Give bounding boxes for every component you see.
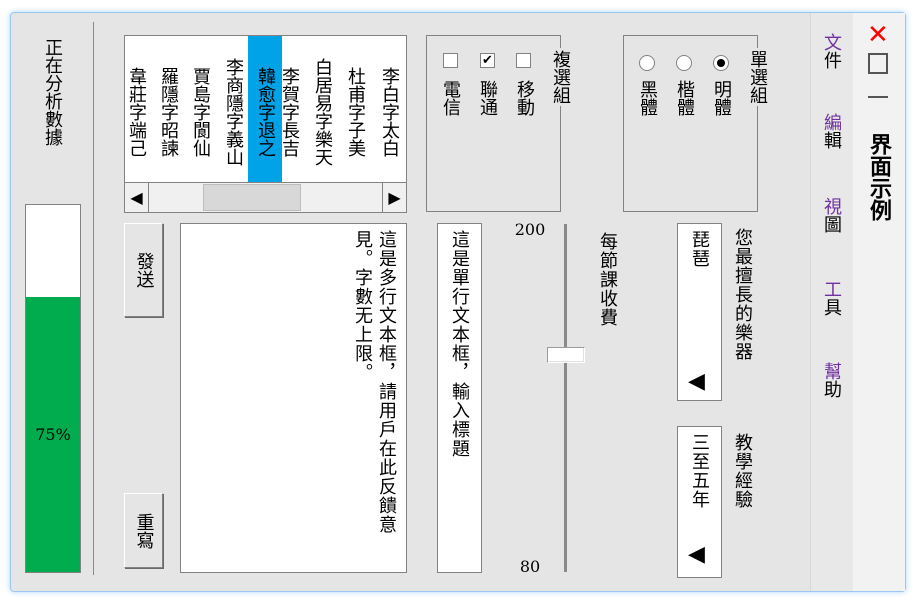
poet-listbox[interactable]: 李白字太白 杜甫字子美 白居易字樂天 李賀字長吉 韓愈字退之 李商隱字義山 賈島…: [124, 35, 407, 213]
experience-value: 三至五年: [689, 433, 710, 509]
checkbox-unicom[interactable]: ✔: [480, 53, 495, 68]
menu-tools[interactable]: 工具: [820, 280, 842, 316]
menu-view[interactable]: 視圖: [820, 197, 842, 233]
checkbox-mobile[interactable]: [516, 53, 531, 68]
menu-help[interactable]: 幫助: [820, 362, 842, 398]
list-item[interactable]: 杜甫字子美: [338, 36, 372, 182]
radio-heiti[interactable]: [639, 55, 655, 71]
checkbox-label: 聯通: [477, 80, 498, 116]
menu-edit[interactable]: 編輯: [820, 113, 842, 149]
title-input-text: 這是單行文本框，輸入標題: [449, 230, 470, 458]
progress-bar: 75%: [25, 204, 81, 573]
slider-max-label: 200: [514, 220, 546, 239]
experience-combobox[interactable]: 三至五年 ◀: [677, 426, 722, 578]
radio-mingti[interactable]: [713, 55, 729, 71]
scroll-right-icon[interactable]: ▶: [382, 183, 406, 212]
radio-button[interactable]: [713, 55, 729, 71]
list-item[interactable]: 賈島字閬仙: [183, 36, 217, 182]
progress-value: 75%: [35, 424, 71, 444]
fee-label: 每節課收費: [597, 232, 618, 327]
progress-fill: 75%: [26, 296, 80, 572]
list-item[interactable]: 李白字太白: [372, 36, 406, 182]
instrument-combobox[interactable]: 琵琶 ◀: [677, 223, 722, 401]
window-title: 界面示例: [866, 133, 891, 221]
scroll-left-icon[interactable]: ◀: [125, 183, 149, 212]
maximize-icon[interactable]: [868, 53, 888, 74]
dropdown-arrow-icon[interactable]: ◀: [688, 369, 705, 394]
fee-slider-thumb[interactable]: [547, 346, 585, 363]
menu-bar: 文件 編輯 視圖 工具 幫助: [810, 13, 853, 591]
list-item[interactable]: 李商隱字義山: [216, 36, 250, 182]
dropdown-arrow-icon[interactable]: ◀: [688, 542, 705, 567]
horizontal-scrollbar[interactable]: ◀ ▶: [125, 182, 406, 212]
fee-slider-track[interactable]: [564, 224, 567, 572]
checkbox-group-legend: 複選組: [550, 48, 571, 106]
experience-label: 教學經驗: [732, 433, 753, 509]
radio-group-legend: 單選組: [747, 48, 768, 106]
radio-button[interactable]: [639, 55, 655, 71]
slider-min-label: 80: [519, 557, 541, 576]
feedback-textarea[interactable]: 這是多行文本框，請用戶在此反饋意見。字數无上限。: [180, 223, 407, 573]
list-item[interactable]: 羅隱字昭諫: [151, 36, 185, 182]
radio-kaiti[interactable]: [676, 55, 692, 71]
progress-label: 正在分析數據: [42, 38, 63, 146]
send-button[interactable]: 發送: [124, 223, 163, 317]
list-item[interactable]: 韋莊字端己: [119, 36, 153, 182]
list-item-selected[interactable]: 韓愈字退之: [248, 36, 282, 182]
instrument-value: 琵琶: [689, 230, 710, 268]
title-input[interactable]: 這是單行文本框，輸入標題: [437, 223, 482, 573]
instrument-label: 您最擅長的樂器: [732, 228, 753, 361]
reset-button[interactable]: 重寫: [124, 493, 163, 568]
checkbox-telecom[interactable]: [443, 53, 458, 68]
feedback-text: 這是多行文本框，請用戶在此反饋意見。字數无上限。: [352, 230, 397, 534]
minimize-icon[interactable]: [868, 96, 888, 98]
checkbox-label: 移動: [514, 80, 535, 116]
check-icon: ✔: [482, 53, 493, 68]
divider: [93, 22, 94, 575]
radio-label: 黑體: [637, 80, 658, 116]
radio-label: 楷體: [674, 80, 695, 116]
radio-button[interactable]: [676, 55, 692, 71]
close-icon[interactable]: ✕: [867, 22, 889, 48]
list-item[interactable]: 白居易字樂天: [305, 36, 339, 182]
radio-label: 明體: [711, 80, 732, 116]
title-bar: ✕ 界面示例: [853, 13, 905, 591]
menu-file[interactable]: 文件: [820, 33, 842, 69]
scrollbar-thumb[interactable]: [203, 184, 301, 211]
checkbox-label: 電信: [440, 80, 461, 116]
